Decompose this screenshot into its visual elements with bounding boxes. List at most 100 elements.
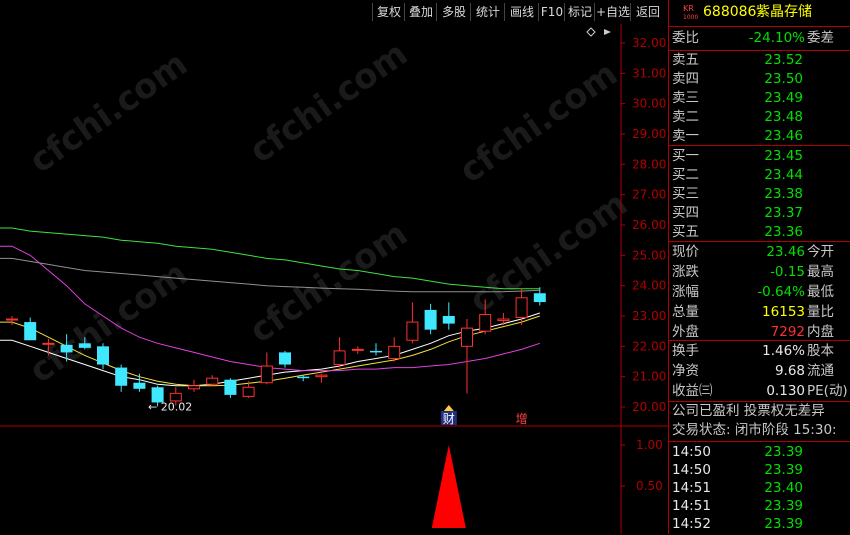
ask-row-3-label: 卖二 [672, 109, 699, 125]
fund-row-1-label: 净资 [672, 363, 699, 379]
candle-body [424, 309, 437, 330]
watermark-text: cfchi.com [242, 214, 415, 352]
fund-row-2-label: 收益㈢ [672, 383, 713, 399]
toolbar-button-2[interactable]: 多股 [436, 3, 471, 21]
toolbar-button-4[interactable]: 画线 [504, 3, 539, 21]
event-marker-label: 财 [443, 412, 455, 426]
indicator-spike [431, 445, 466, 528]
fund-row-1-suffix: 流通 [807, 363, 834, 379]
price-tick-label: 24.00 [632, 279, 666, 293]
bid-row-1: 买二 23.44 [669, 165, 850, 186]
quote-row-2-value: -0.64% [757, 284, 805, 300]
bid-row-4-label: 买五 [672, 224, 699, 240]
ask-row-1-value: 23.50 [764, 71, 803, 87]
candle-body [42, 342, 55, 345]
fund-row-2-suffix: PE(动) [807, 383, 848, 399]
ask-row-3: 卖二 23.48 [669, 107, 850, 128]
tick-price: 23.39 [764, 516, 803, 532]
ask-row-0-value: 23.52 [764, 52, 803, 68]
market-badge-bottom: 1000 [683, 14, 699, 21]
fund-row-2: 收益㈢ 0.130 PE(动) [669, 381, 850, 402]
indicator-tick-label: 1.00 [636, 438, 663, 452]
quote-row-3-label: 总量 [672, 304, 699, 320]
toolbar-button-1[interactable]: 叠加 [404, 3, 437, 21]
price-tick-label: 25.00 [632, 248, 666, 262]
bid-row-3: 买四 23.37 [669, 203, 850, 224]
indicator-tick-label: 0.50 [636, 479, 663, 493]
quote-row-1-value: -0.15 [770, 264, 805, 280]
price-tick-label: 23.00 [632, 309, 666, 323]
price-tick-label: 29.00 [632, 127, 666, 141]
ask-row-1-label: 卖四 [672, 71, 699, 87]
quote-row-0: 现价 23.46 今开 [669, 242, 850, 263]
ask-row-4-label: 卖一 [672, 128, 699, 144]
bid-row-0-value: 23.45 [764, 148, 803, 164]
candle-body [260, 365, 273, 384]
price-tick-label: 28.00 [632, 157, 666, 171]
fund-row-0-suffix: 股本 [807, 343, 834, 359]
candle-body [406, 321, 419, 341]
bid-row-2-label: 买三 [672, 186, 699, 202]
notice-row: 公司已盈利 投票权无差异 [669, 401, 850, 422]
price-tick-label: 26.00 [632, 218, 666, 232]
toolbar-button-8[interactable]: 返回 [630, 3, 665, 21]
trade-status-row: 交易状态: 闭市阶段 15:30: [669, 420, 850, 441]
fund-row-1-value: 9.68 [774, 363, 805, 379]
ma-line-3 [0, 227, 540, 290]
ask-row-0: 卖五 23.52 [669, 50, 850, 71]
bid-row-2: 买三 23.38 [669, 184, 850, 205]
bid-row-3-value: 23.37 [764, 205, 803, 221]
bid-row-4: 买五 23.36 [669, 222, 850, 243]
candle-body [133, 382, 146, 389]
candle-body [533, 293, 546, 303]
candle-body [497, 318, 510, 322]
candle-body [279, 352, 291, 365]
fund-row-1: 净资 9.68 流通 [669, 361, 850, 382]
quote-row-3-suffix: 量比 [807, 304, 834, 320]
fund-row-2-value: 0.130 [766, 383, 805, 399]
quote-row-0-suffix: 今开 [807, 244, 834, 260]
watermark-text: cfchi.com [452, 54, 625, 192]
quote-row-2: 涨幅 -0.64% 最低 [669, 282, 850, 303]
watermark-text: cfchi.com [22, 254, 195, 392]
tick-time: 14:52 [672, 516, 711, 532]
quote-row-1: 涨跌 -0.15 最高 [669, 262, 850, 283]
ask-row-4-value: 23.46 [764, 128, 803, 144]
bid-row-0: 买一 23.45 [669, 146, 850, 167]
quote-row-3: 总量 16153 量比 [669, 302, 850, 323]
candle-body [479, 313, 492, 332]
candle-body [333, 350, 346, 366]
candle-body [224, 379, 237, 395]
quote-row-2-suffix: 最低 [807, 284, 834, 300]
toolbar-button-0[interactable]: 复权 [372, 3, 405, 21]
ask-row-2-label: 卖三 [672, 90, 699, 106]
wei-bi-row: 委比 -24.10% 委差 [669, 28, 850, 49]
ask-row-1: 卖四 23.50 [669, 69, 850, 90]
toolbar-button-6[interactable]: 标记 [564, 3, 595, 21]
kline-chart[interactable]: cfchi.com cfchi.com cfchi.comcfchi.com cfch… [0, 24, 668, 534]
toolbar-button-5[interactable]: F10 [538, 3, 565, 21]
price-tick-label: 21.00 [632, 370, 666, 384]
chart-toolbar: 复权 叠加 多股 统计 画线 F10 标记 +自选 返回 [0, 0, 668, 24]
candle-body [78, 343, 91, 348]
ask-row-4: 卖一 23.46 [669, 126, 850, 147]
quote-row-3-value: 16153 [762, 304, 805, 320]
candle-body [388, 345, 401, 359]
price-tick-label: 30.00 [632, 97, 666, 111]
price-tick-label: 31.00 [632, 66, 666, 80]
diamond-icon [586, 27, 596, 37]
toolbar-button-3[interactable]: 统计 [470, 3, 505, 21]
candle-body [515, 297, 528, 319]
candle-body [188, 385, 200, 390]
play-marker-icon [604, 29, 611, 35]
bid-row-3-label: 买四 [672, 205, 699, 221]
tick-row: 14:52 23.39 [669, 514, 850, 535]
watermark-text: cfchi.com [242, 34, 415, 172]
toolbar-button-7[interactable]: +自选 [594, 3, 631, 21]
wei-bi-value: -24.10% [748, 30, 805, 46]
market-badge-top: KR [683, 4, 694, 13]
candle-body [351, 348, 364, 351]
kline-chart-area[interactable]: cfchi.com cfchi.com cfchi.com cfchi.com cfch… [0, 24, 668, 534]
fund-row-0: 换手 1.46% 股本 [669, 341, 850, 362]
quote-row-1-suffix: 最高 [807, 264, 834, 280]
